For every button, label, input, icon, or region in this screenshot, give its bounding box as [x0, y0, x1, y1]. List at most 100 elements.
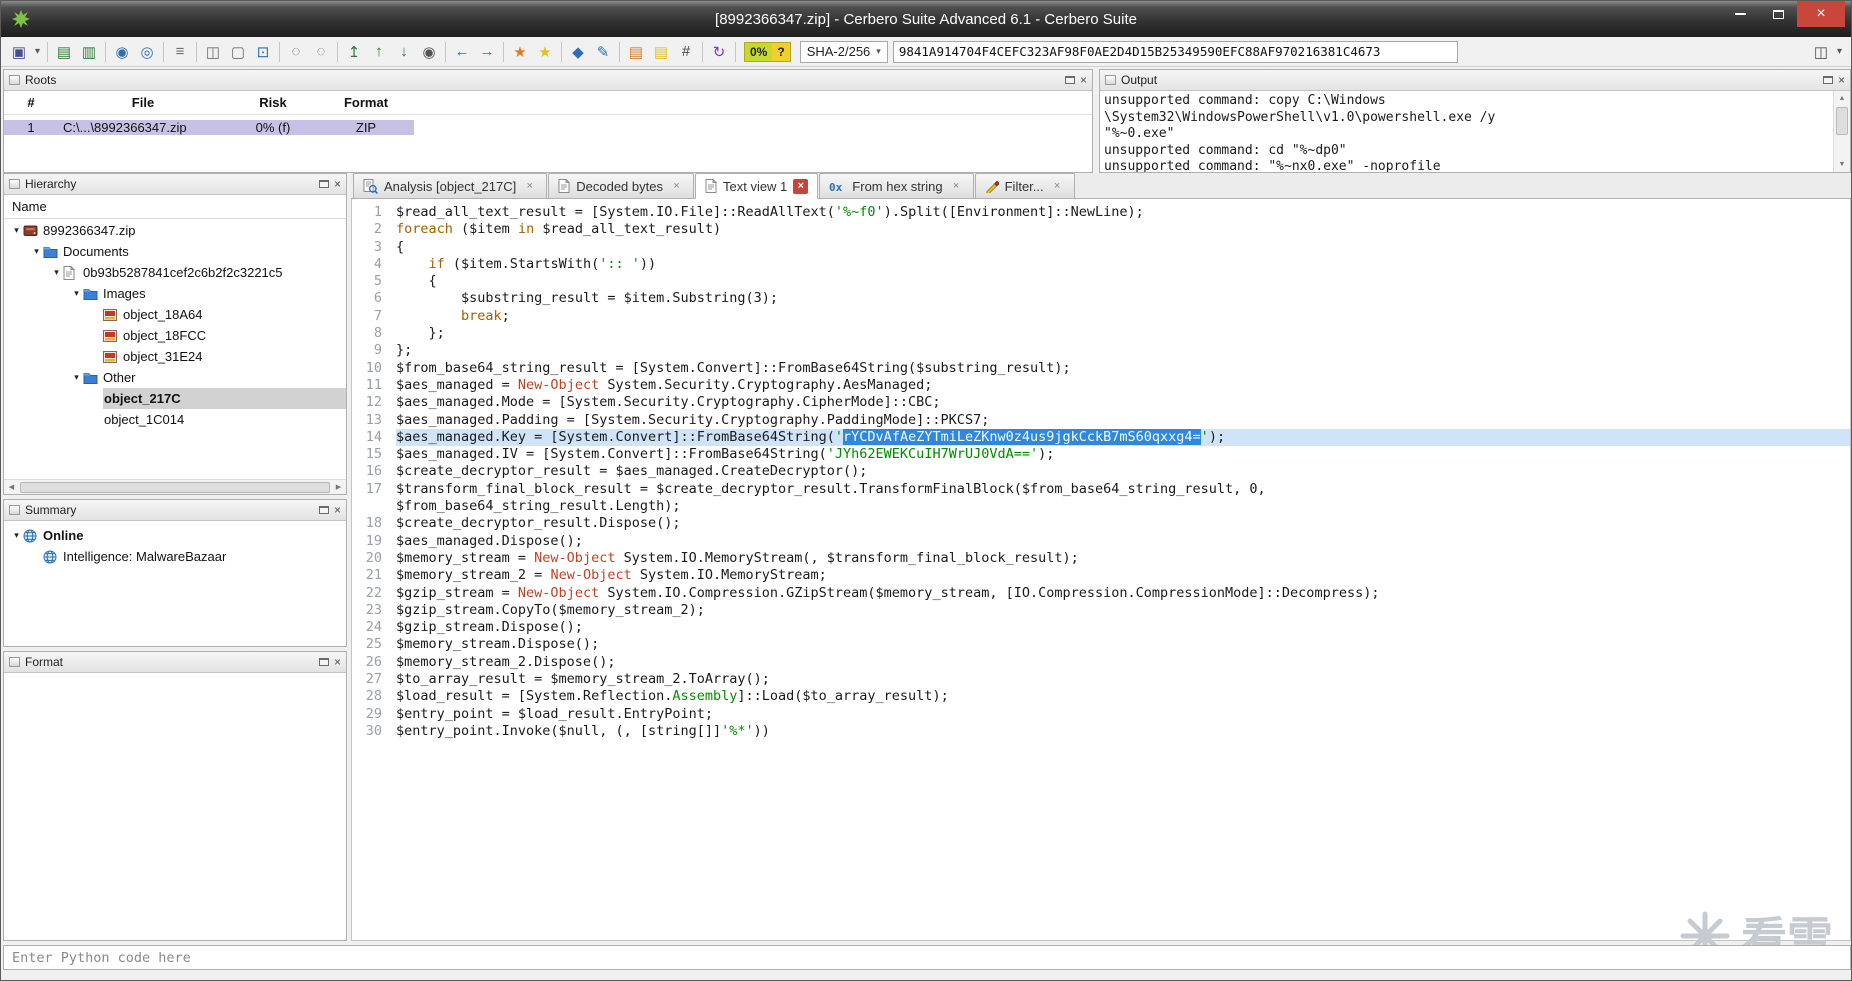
close-panel-icon[interactable]: ×: [334, 178, 341, 190]
code-line-24[interactable]: 24 $gzip_stream.Dispose();: [352, 619, 1850, 636]
column-header-[interactable]: #: [4, 95, 58, 110]
code-line-8[interactable]: 8 };: [352, 325, 1850, 342]
scroll-left-icon[interactable]: ◀: [4, 483, 19, 491]
tab-close-icon[interactable]: ×: [949, 179, 964, 194]
code-line-11[interactable]: 11 $aes_managed = New-Object System.Secur…: [352, 377, 1850, 394]
tab-text-view-1[interactable]: Text view 1 ×: [694, 173, 819, 199]
bookmark-icon[interactable]: ★: [508, 40, 532, 64]
code-line-5[interactable]: 5 {: [352, 273, 1850, 290]
clipboard-icon[interactable]: ◫: [1809, 40, 1833, 64]
code-line-18[interactable]: 18 $create_decryptor_result.Dispose();: [352, 515, 1850, 532]
code-line-21[interactable]: 21 $memory_stream_2 = New-Object System.I…: [352, 567, 1850, 584]
tree-item-object-217c[interactable]: object_217C: [4, 388, 346, 409]
code-line-9[interactable]: 9};: [352, 342, 1850, 359]
code-line-26[interactable]: 26 $memory_stream_2.Dispose();: [352, 654, 1850, 671]
export-report-icon[interactable]: ▤: [52, 40, 76, 64]
expander-icon[interactable]: ▾: [10, 530, 23, 541]
code-line-3[interactable]: 3{: [352, 239, 1850, 256]
offset-icon[interactable]: #: [674, 40, 698, 64]
code-line-13[interactable]: 13 $aes_managed.Padding = [System.Securit…: [352, 412, 1850, 429]
code-line-30[interactable]: 30 $entry_point.Invoke($null, (, [string[…: [352, 723, 1850, 740]
hex-view-icon[interactable]: ▤: [624, 40, 648, 64]
column-header-format[interactable]: Format: [318, 95, 414, 110]
tree-item-documents[interactable]: ▾ Documents: [4, 241, 346, 262]
expander-icon[interactable]: ▾: [50, 267, 63, 278]
scroll-up-icon[interactable]: ▲: [1834, 91, 1850, 106]
python-code-input[interactable]: [12, 949, 1842, 966]
bookmark-list-icon[interactable]: ★: [533, 40, 557, 64]
code-line-23[interactable]: 23 $gzip_stream.CopyTo($memory_stream_2);: [352, 602, 1850, 619]
minimize-button[interactable]: [1721, 1, 1759, 27]
close-panel-icon[interactable]: ×: [334, 504, 341, 516]
tab-from-hex-string[interactable]: 0x From hex string ×: [819, 173, 974, 198]
forward-icon[interactable]: →: [475, 40, 499, 64]
code-line-27[interactable]: 27 $to_array_result = $memory_stream_2.To…: [352, 671, 1850, 688]
code-line-12[interactable]: 12 $aes_managed.Mode = [System.Security.C…: [352, 394, 1850, 411]
hash-value-input[interactable]: [892, 40, 1458, 63]
tab-close-icon[interactable]: ×: [793, 178, 809, 194]
save-icon[interactable]: ▣: [7, 40, 31, 64]
hierarchy-hscrollbar[interactable]: ◀ ▶: [4, 479, 346, 494]
hash-algo-select[interactable]: SHA-2/256 ▾: [799, 40, 888, 63]
tree-item-object-18a64[interactable]: object_18A64: [4, 304, 346, 325]
code-line-29[interactable]: 29 $entry_point = $load_result.EntryPoint…: [352, 706, 1850, 723]
hex-edit-icon[interactable]: ▤: [649, 40, 673, 64]
float-panel-icon[interactable]: [1064, 76, 1075, 84]
select-ellipse-icon[interactable]: ◌: [309, 40, 333, 64]
code-line-20[interactable]: 20 $memory_stream = New-Object System.IO.…: [352, 550, 1850, 567]
code-line-2[interactable]: 2 foreach ($item in $read_all_text_result…: [352, 221, 1850, 238]
screen-capture-icon[interactable]: ⊡: [251, 40, 275, 64]
expander-icon[interactable]: ▾: [70, 288, 83, 299]
edit-tools-icon[interactable]: ✎: [591, 40, 615, 64]
tab-close-icon[interactable]: ×: [522, 179, 537, 194]
output-scrollbar[interactable]: ▲ ▼: [1833, 91, 1850, 172]
column-header-risk[interactable]: Risk: [228, 95, 318, 110]
find-icon[interactable]: ◉: [417, 40, 441, 64]
tree-item-8992366347-zip[interactable]: ▾ 8992366347.zip: [4, 220, 346, 241]
float-panel-icon[interactable]: [318, 506, 329, 514]
web-icon[interactable]: ◉: [110, 40, 134, 64]
next-match-icon[interactable]: ↓: [392, 40, 416, 64]
code-line-wrap[interactable]: $from_base64_string_result.Length);: [352, 498, 1850, 515]
code-line-28[interactable]: 28 $load_result = [System.Reflection.Asse…: [352, 688, 1850, 705]
select-region-icon[interactable]: ◌: [284, 40, 308, 64]
tab-close-icon[interactable]: ×: [1050, 179, 1065, 194]
code-line-10[interactable]: 10 $from_base64_string_result = [System.C…: [352, 360, 1850, 377]
code-line-4[interactable]: 4 if ($item.StartsWith(':: ')): [352, 256, 1850, 273]
tab-decoded-bytes[interactable]: Decoded bytes ×: [548, 173, 694, 198]
scrollbar-thumb[interactable]: [1836, 107, 1848, 135]
code-line-14[interactable]: 14 $aes_managed.Key = [System.Convert]::F…: [352, 428, 1850, 447]
float-panel-icon[interactable]: [318, 180, 329, 188]
tab-close-icon[interactable]: ×: [669, 179, 684, 194]
tree-item-0b93b5287841cef2c6b2f2c3221c5[interactable]: ▾ 0b93b5287841cef2c6b2f2c3221c5: [4, 262, 346, 283]
maximize-button[interactable]: [1759, 1, 1797, 27]
back-icon[interactable]: ←: [450, 40, 474, 64]
column-header-file[interactable]: File: [58, 95, 228, 110]
code-line-6[interactable]: 6 $substring_result = $item.Substring(3)…: [352, 290, 1850, 307]
scroll-down-icon[interactable]: ▼: [1834, 157, 1850, 172]
previous-match-icon[interactable]: ↑: [367, 40, 391, 64]
expander-icon[interactable]: ▾: [30, 246, 43, 257]
expander-icon[interactable]: ▾: [10, 225, 23, 236]
code-line-17[interactable]: 17 $transform_final_block_result = $creat…: [352, 481, 1850, 498]
float-panel-icon[interactable]: [1822, 76, 1833, 84]
import-report-icon[interactable]: ▥: [77, 40, 101, 64]
database-icon[interactable]: ≡: [168, 40, 192, 64]
code-line-22[interactable]: 22 $gzip_stream = New-Object System.IO.Co…: [352, 585, 1850, 602]
hierarchy-column-header[interactable]: Name: [4, 195, 346, 219]
tree-item-object-1c014[interactable]: object_1C014: [4, 409, 346, 430]
clipboard-menu-caret[interactable]: ▾: [1834, 40, 1845, 64]
code-line-16[interactable]: 16 $create_decryptor_result = $aes_manage…: [352, 463, 1850, 480]
code-line-25[interactable]: 25 $memory_stream.Dispose();: [352, 636, 1850, 653]
tree-item-online[interactable]: ▾ Online: [4, 525, 346, 546]
tree-item-object-31e24[interactable]: object_31E24: [4, 346, 346, 367]
tab-analysis-object-217c[interactable]: Analysis [object_217C] ×: [353, 173, 548, 198]
tree-item-object-18fcc[interactable]: object_18FCC: [4, 325, 346, 346]
reload-icon[interactable]: ↻: [707, 40, 731, 64]
scroll-right-icon[interactable]: ▶: [331, 483, 346, 491]
scan-options-icon[interactable]: ◆: [566, 40, 590, 64]
tab-filter[interactable]: Filter... ×: [974, 173, 1075, 198]
close-panel-icon[interactable]: ×: [334, 656, 341, 668]
close-panel-icon[interactable]: ×: [1838, 74, 1845, 86]
code-line-1[interactable]: 1 $read_all_text_result = [System.IO.File…: [352, 204, 1850, 221]
